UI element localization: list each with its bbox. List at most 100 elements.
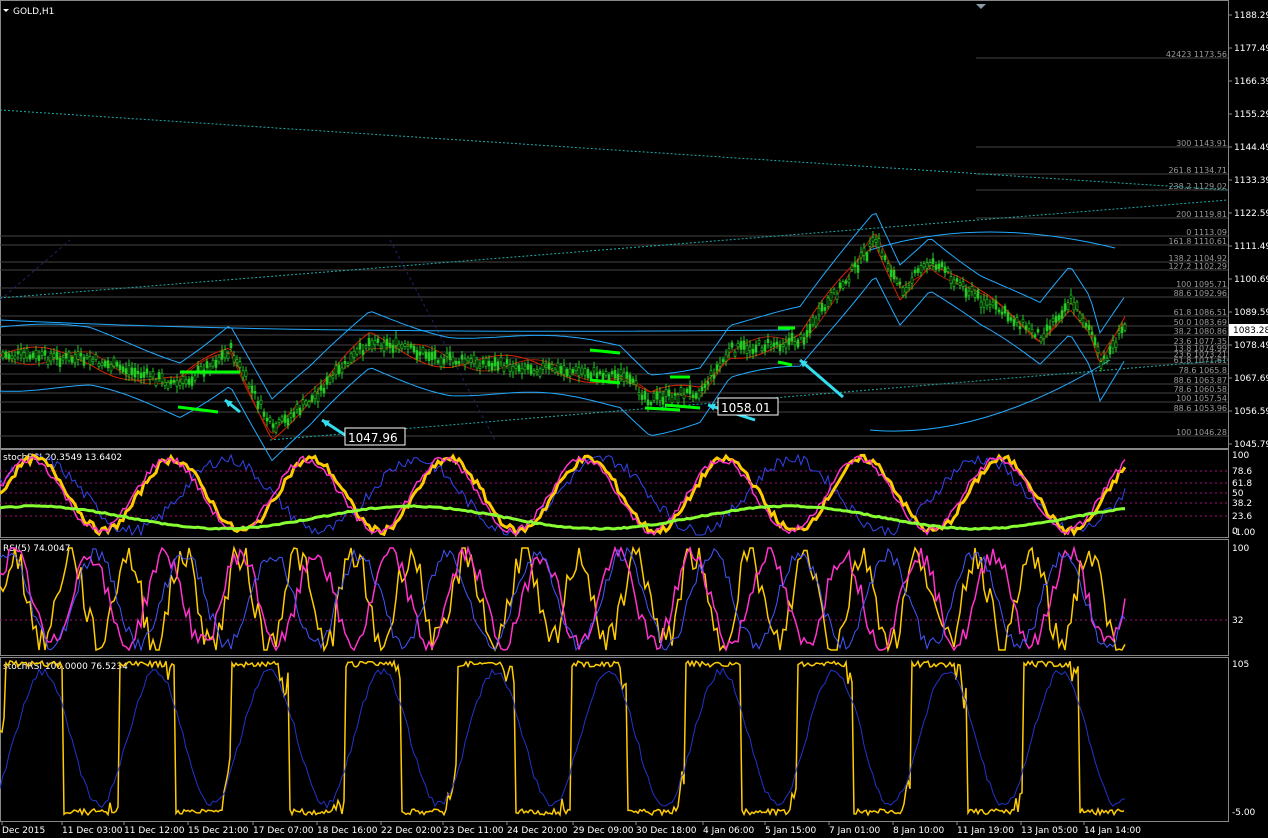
candle-body xyxy=(268,417,272,422)
candle-body xyxy=(781,344,785,347)
fib-level-label: 261.8 1134.71 xyxy=(1168,166,1227,175)
fib-level-label: 61.8 1086.51 xyxy=(1174,308,1227,317)
candle-body xyxy=(742,340,746,350)
current-price-marker: 1083.28 xyxy=(1229,324,1268,336)
candle-body xyxy=(676,394,680,403)
candle-body xyxy=(949,276,953,284)
candle-body xyxy=(778,344,782,352)
candle-body xyxy=(142,371,146,378)
candle-body xyxy=(409,343,413,348)
candle-body xyxy=(562,365,566,375)
candle-body xyxy=(313,391,317,400)
candle-body xyxy=(871,237,875,242)
candle-body xyxy=(298,407,302,416)
candle-body xyxy=(775,341,779,345)
symbol-title[interactable]: GOLD,H1 xyxy=(3,7,54,17)
time-tick-label: 15 Dec 21:00 xyxy=(188,826,249,836)
candle-body xyxy=(844,280,848,284)
candle-body xyxy=(136,370,140,375)
candle-body xyxy=(103,360,107,367)
candle-body xyxy=(670,396,674,403)
price-tick-label: 1056.59 xyxy=(1234,407,1268,417)
candle-body xyxy=(724,353,728,362)
candle-body xyxy=(808,323,812,334)
candle-body xyxy=(334,365,338,375)
candle-body xyxy=(613,370,617,379)
candle-body xyxy=(535,369,539,373)
svg-text:1058.01: 1058.01 xyxy=(721,401,771,415)
arrow xyxy=(799,358,844,399)
candle-body xyxy=(469,358,473,364)
candle-body xyxy=(874,238,878,243)
green-mark xyxy=(644,406,681,412)
candle-body xyxy=(997,309,1001,313)
candle-body xyxy=(481,360,485,364)
candle-body xyxy=(859,252,863,259)
candle-body xyxy=(610,371,614,375)
candle-body xyxy=(370,340,374,350)
candle-body xyxy=(505,359,509,364)
candle-body xyxy=(526,364,530,370)
time-tick-label: 11 Jan 19:00 xyxy=(957,826,1014,836)
candle-body xyxy=(490,362,494,371)
candle-body xyxy=(625,371,629,379)
candle-body xyxy=(1015,317,1019,324)
dropdown-triangle-icon[interactable] xyxy=(3,9,9,12)
candle-body xyxy=(814,317,818,327)
time-tick-label: 11 Dec 03:00 xyxy=(62,826,123,836)
stoch2-title: stochRSI 100.0000 76.5234 xyxy=(3,662,128,672)
candle-body xyxy=(544,364,548,368)
candle-body xyxy=(709,370,713,376)
candle-body xyxy=(892,269,896,280)
candle-body xyxy=(928,262,932,266)
candle-body xyxy=(67,351,71,362)
candle-body xyxy=(607,374,611,382)
candle-body xyxy=(259,399,263,405)
candle-body xyxy=(631,378,635,383)
candle-body xyxy=(217,356,221,363)
candle-body xyxy=(13,355,17,360)
candle-body xyxy=(1063,303,1067,312)
candle-body xyxy=(835,293,839,300)
candle-body xyxy=(220,350,224,360)
candle-body xyxy=(1078,312,1082,321)
candle-body xyxy=(271,423,275,428)
candle-body xyxy=(55,351,59,360)
candle-body xyxy=(19,349,23,356)
price-axis[interactable]: 1188.29 1177.49 1166.39 1155.29 1144.49 1133.… xyxy=(1228,11,1268,450)
candle-body xyxy=(496,361,500,371)
candle-body xyxy=(373,340,377,346)
time-tick-label: 4 Jan 06:00 xyxy=(703,826,755,836)
candle-body xyxy=(331,375,335,379)
candle-body xyxy=(1051,317,1055,322)
candle-body xyxy=(682,394,686,399)
candle-body xyxy=(1111,340,1115,349)
stoch1-axis: 10078.661.85038.223.60-1.00 xyxy=(1232,451,1256,538)
chart-canvas[interactable]: GOLD,H1 42423 1173.56 300 1143.91 261.8 11… xyxy=(0,0,1268,838)
fib-level-label: 100 1095.71 xyxy=(1176,280,1227,289)
candle-body xyxy=(541,362,545,370)
candle-body xyxy=(1105,358,1109,361)
candle-body xyxy=(1006,312,1010,322)
candle-body xyxy=(736,343,740,348)
candle-body xyxy=(394,337,398,346)
candle-body xyxy=(289,413,293,418)
rsi-lines xyxy=(0,545,1228,653)
candle-body xyxy=(919,265,923,274)
candle-body xyxy=(655,391,659,400)
candle-body xyxy=(94,354,98,360)
candle-body xyxy=(910,277,914,284)
candle-body xyxy=(514,364,518,369)
fib-level-label: 78.6 1060.58 xyxy=(1174,385,1227,394)
candle-body xyxy=(769,344,773,348)
candle-body xyxy=(472,354,476,364)
candle-body xyxy=(688,385,692,395)
candle-body xyxy=(340,367,344,374)
candle-body xyxy=(283,414,287,423)
candle-body xyxy=(916,268,920,273)
candle-body xyxy=(901,287,905,296)
green-mark xyxy=(589,348,621,355)
candle-body xyxy=(382,341,386,352)
candle-body xyxy=(943,266,947,273)
candle-body xyxy=(1018,326,1022,330)
